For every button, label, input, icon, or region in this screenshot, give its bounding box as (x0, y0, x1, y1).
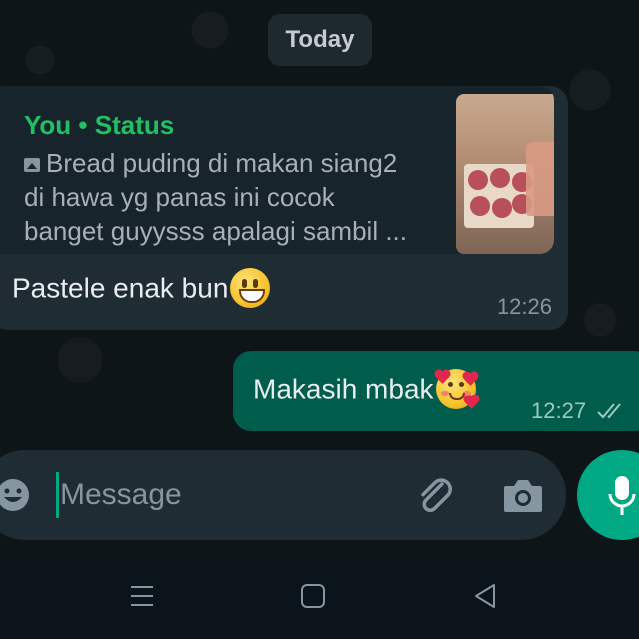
status-reply-quote[interactable]: You • Status Bread puding di makan siang… (0, 86, 554, 254)
text-cursor (56, 472, 59, 518)
emoji-eye (242, 279, 248, 288)
image-icon (24, 158, 40, 172)
microphone-icon (608, 476, 636, 515)
date-chip: Today (268, 14, 372, 66)
outgoing-message-text: Makasih mbak (253, 369, 478, 411)
quote-line: Bread puding di makan siang2 (24, 146, 444, 180)
outgoing-timestamp: 12:27 (531, 398, 630, 424)
recents-icon[interactable] (128, 582, 156, 610)
quote-header: You • Status (24, 110, 174, 141)
emoji-mouth (239, 289, 266, 303)
outgoing-text: Makasih mbak (253, 373, 434, 405)
quote-line: di hawa yg panas ini cocok (24, 182, 335, 212)
camera-icon[interactable] (502, 476, 544, 514)
incoming-message[interactable]: You • Status Bread puding di makan siang… (0, 86, 568, 330)
incoming-text: Pastele enak bun (12, 272, 229, 304)
thumbnail-jar (526, 142, 554, 216)
thumbnail-cake (468, 170, 488, 190)
smiling-face-with-hearts-icon (435, 369, 478, 409)
quote-line: banget guyysss apalagi sambil ... (24, 216, 407, 246)
incoming-timestamp: 12:26 (496, 294, 552, 319)
home-icon[interactable] (300, 583, 326, 609)
quote-separator: • (78, 110, 88, 140)
outgoing-message[interactable]: Makasih mbak 12:27 (233, 351, 639, 431)
quote-author: You (24, 110, 72, 140)
date-chip-label: Today (285, 26, 355, 53)
thumbnail-cake (490, 168, 510, 188)
system-navigation-bar (0, 560, 639, 639)
paperclip-icon[interactable] (414, 474, 458, 518)
double-check-icon (597, 403, 621, 419)
emoji-heart (464, 396, 478, 409)
grinning-face-icon (230, 268, 271, 308)
back-icon[interactable] (472, 582, 498, 610)
thumbnail-cake (492, 198, 512, 218)
quote-source: Status (94, 110, 175, 140)
emoji-heart (435, 371, 449, 384)
emoji-eye (447, 382, 453, 387)
emoji-eye (458, 382, 464, 387)
outgoing-time: 12:27 (531, 398, 587, 423)
emoji-icon[interactable] (0, 478, 30, 512)
message-composer (0, 450, 566, 540)
message-input[interactable] (60, 472, 380, 518)
quote-text: Bread puding di makan siang2 di hawa yg … (24, 146, 444, 248)
incoming-message-text: Pastele enak bun (12, 268, 271, 310)
thumbnail-cake (470, 196, 490, 216)
emoji-eye (253, 279, 259, 288)
emoji-blush (440, 391, 449, 396)
quote-line-text: Bread puding di makan siang2 (46, 148, 398, 178)
emoji-heart (463, 373, 477, 386)
thumbnail-box (464, 164, 534, 228)
status-thumbnail[interactable] (456, 94, 554, 254)
